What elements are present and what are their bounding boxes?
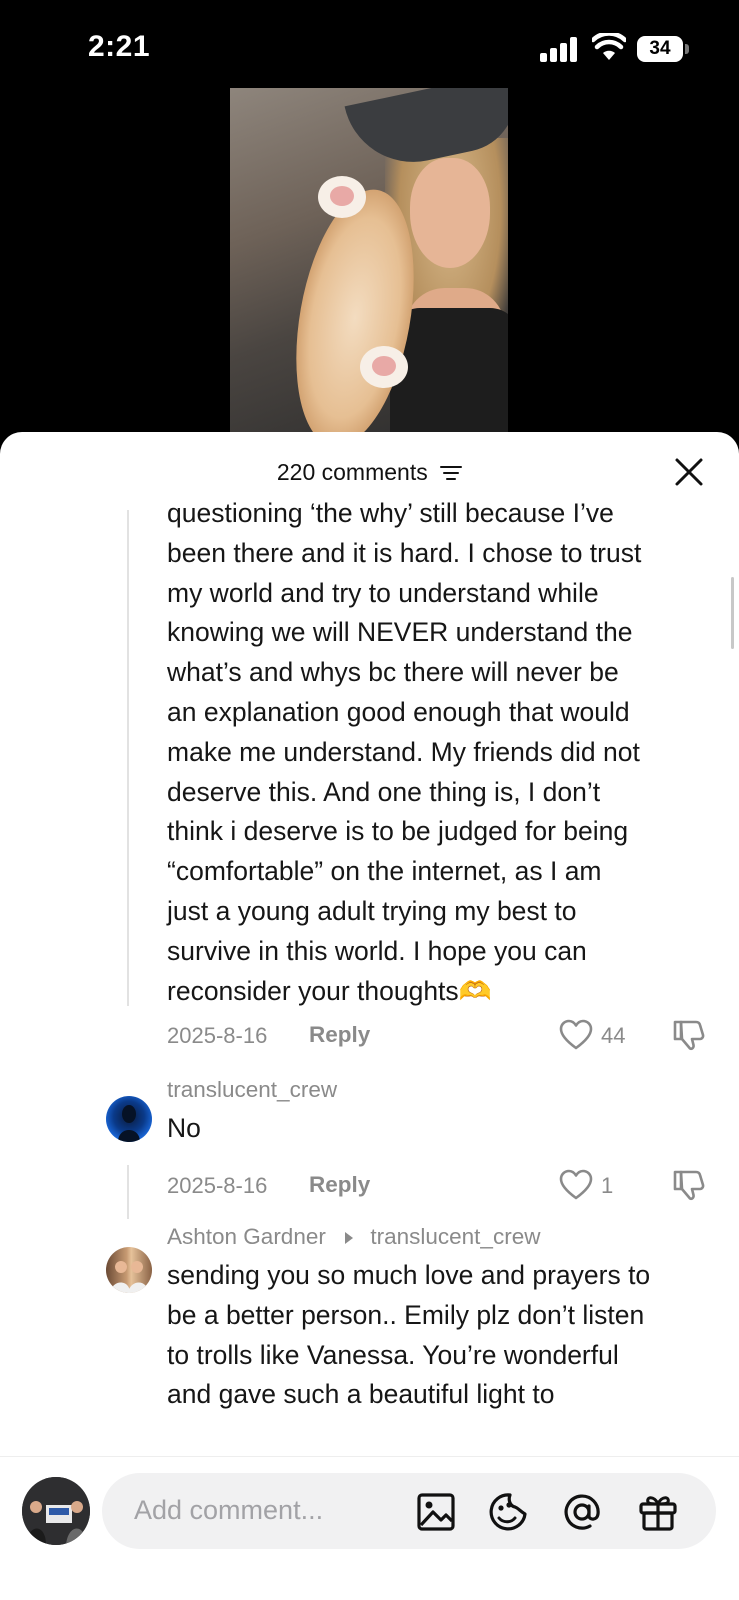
battery-level: 34 xyxy=(637,36,683,62)
reply-button[interactable]: Reply xyxy=(309,1172,370,1198)
comment-username[interactable]: translucent_crew xyxy=(167,1077,337,1103)
comment-input[interactable]: Add comment... xyxy=(102,1473,716,1549)
video-preview[interactable] xyxy=(230,88,508,438)
like-count: 44 xyxy=(601,1023,626,1048)
comment-text: questioning ‘the why’ still because I’ve… xyxy=(167,498,642,1006)
comments-sheet: 220 comments questioning ‘the why’ still… xyxy=(0,432,739,1600)
comments-count-sort[interactable]: 220 comments xyxy=(0,458,739,486)
thread-line xyxy=(127,1165,129,1219)
reply-button[interactable]: Reply xyxy=(309,1022,370,1048)
battery-icon: 34 xyxy=(637,36,689,62)
comment-date: 2025-8-16 xyxy=(167,1023,268,1048)
reply-arrow-icon xyxy=(345,1232,354,1245)
mention-at-icon[interactable] xyxy=(562,1492,602,1532)
avatar[interactable] xyxy=(106,1096,152,1142)
gift-icon[interactable] xyxy=(638,1492,678,1532)
sort-lines-icon[interactable] xyxy=(440,465,463,481)
avatar[interactable] xyxy=(106,1247,152,1293)
thumbs-down-icon[interactable] xyxy=(672,1168,706,1202)
like-count: 1 xyxy=(601,1173,614,1198)
cellular-signal-icon xyxy=(540,36,578,62)
emoji-sticker-icon[interactable] xyxy=(488,1492,528,1532)
close-x-icon[interactable] xyxy=(673,456,705,488)
image-icon[interactable] xyxy=(416,1492,456,1532)
thumbs-down-icon[interactable] xyxy=(672,1018,706,1052)
comment-date: 2025-8-16 xyxy=(167,1173,268,1198)
comment-username: Ashton Gardner translucent_crew xyxy=(167,1224,540,1250)
comments-count-label: 220 comments xyxy=(276,459,428,486)
status-time: 2:21 xyxy=(88,30,151,63)
comment-text: No xyxy=(167,1113,201,1143)
comment-input-placeholder: Add comment... xyxy=(134,1495,324,1525)
wifi-icon xyxy=(592,33,626,60)
comment-text: sending you so much love and prayers to … xyxy=(167,1260,651,1410)
heart-icon[interactable] xyxy=(559,1169,593,1201)
reply-to-username[interactable]: translucent_crew xyxy=(370,1224,540,1249)
thread-line xyxy=(127,510,129,1006)
status-bar: 2:21 34 xyxy=(0,0,739,88)
scrollbar[interactable] xyxy=(731,577,734,649)
comment-username-link[interactable]: Ashton Gardner xyxy=(167,1224,326,1249)
user-avatar[interactable] xyxy=(22,1477,90,1545)
comment-input-bar: Add comment... xyxy=(0,1456,739,1600)
heart-icon[interactable] xyxy=(559,1019,593,1051)
